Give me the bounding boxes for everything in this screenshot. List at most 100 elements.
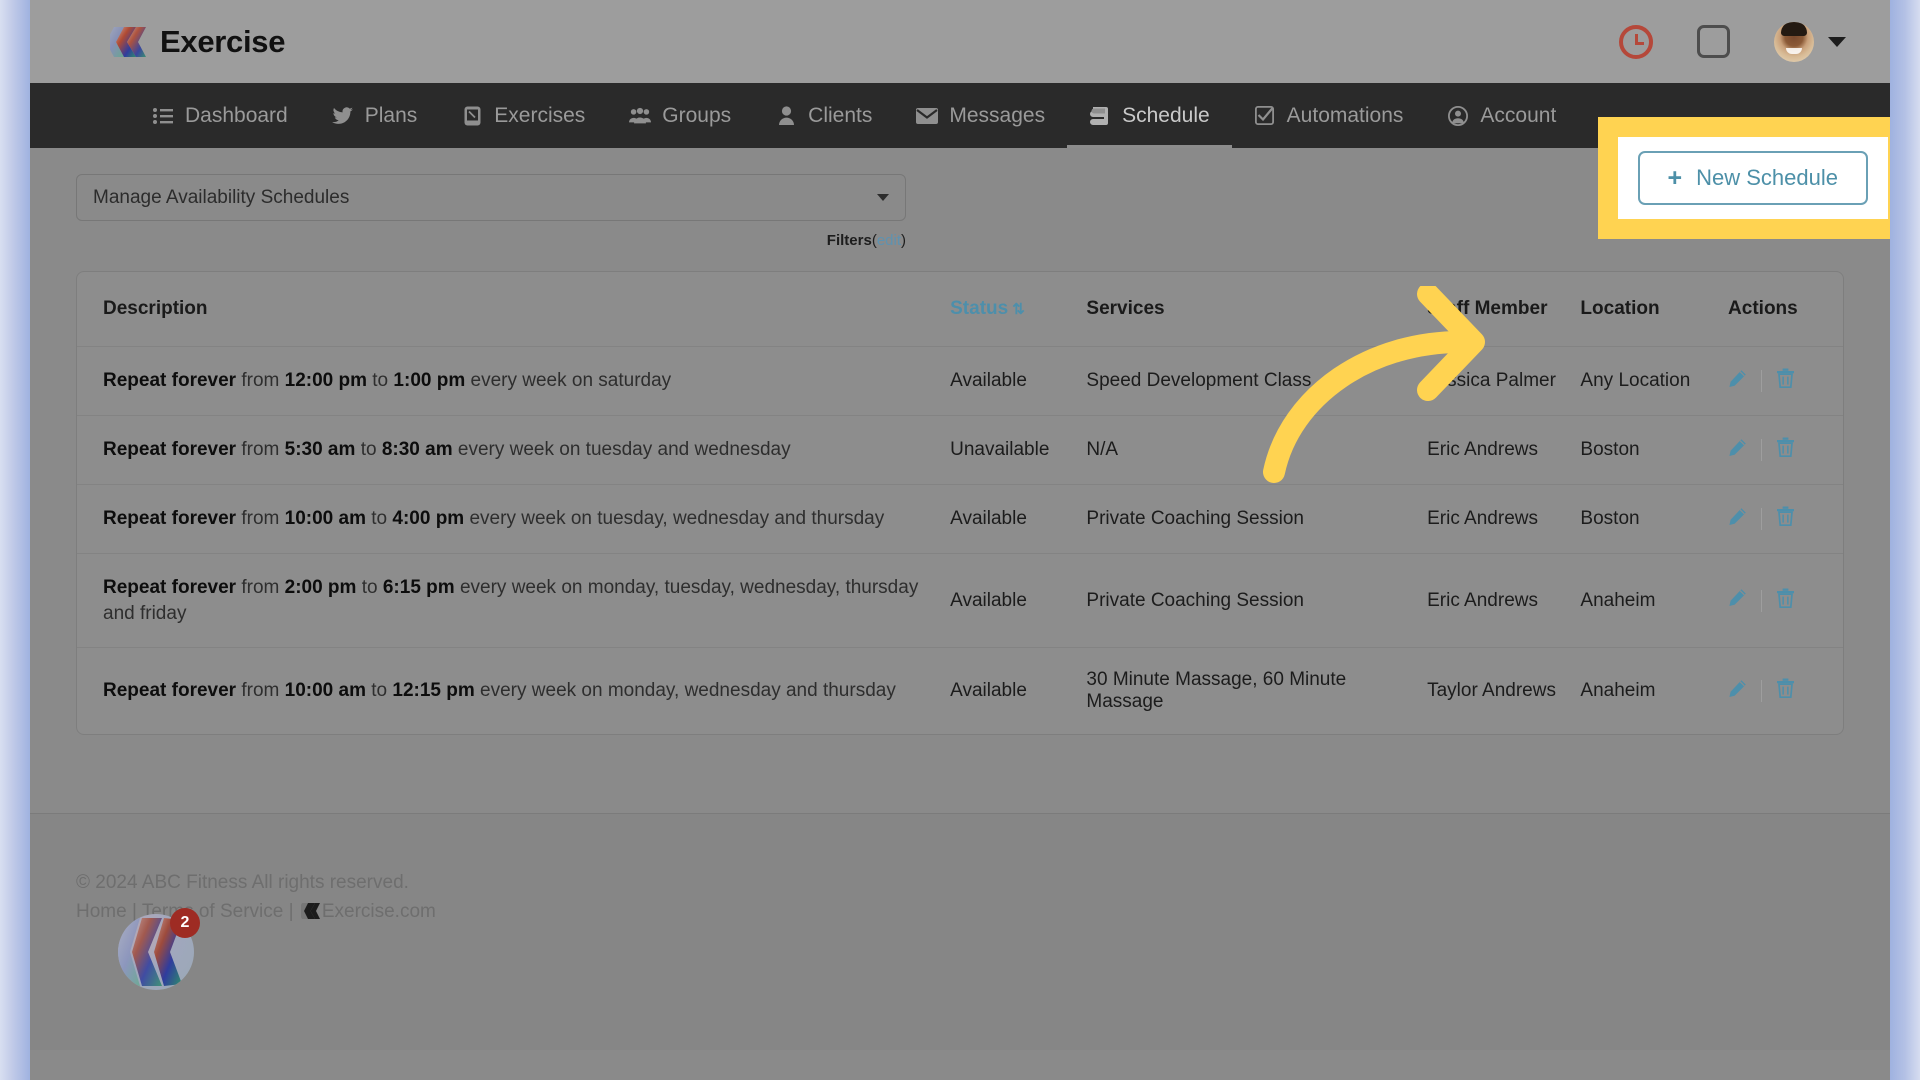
check-box-icon <box>1254 106 1276 126</box>
col-header-location: Location <box>1580 298 1660 319</box>
pencil-icon[interactable] <box>1728 588 1747 613</box>
desc-to: to <box>371 680 388 702</box>
desc-repeat: Repeat forever <box>103 680 237 702</box>
account-menu[interactable] <box>1774 21 1846 62</box>
pencil-icon[interactable] <box>1728 438 1747 463</box>
cell-actions <box>1718 647 1843 735</box>
desc-repeat: Repeat forever <box>103 577 237 598</box>
page-content: Manage Availability Schedules Filters(ed… <box>30 117 1890 813</box>
filters-label: Filters <box>826 232 872 249</box>
nav-label: Messages <box>949 103 1046 127</box>
col-header-description: Description <box>103 298 208 319</box>
nav-item-exercises[interactable]: Exercises <box>439 83 607 148</box>
paren-close: ) <box>901 232 906 249</box>
desc-recurrence: every week on tuesday, wednesday and thu… <box>469 508 885 530</box>
cell-staff-member: Taylor Andrews <box>1417 647 1571 735</box>
sort-updown-icon: ⇅ <box>1012 301 1025 318</box>
browser-page: Exercise Dashboard Plans Exercises Group… <box>30 0 1890 1080</box>
cell-location: Boston <box>1570 484 1719 554</box>
cell-status: Available <box>940 552 1077 648</box>
desc-from: from <box>241 508 280 530</box>
schedule-select-wrap: Manage Availability Schedules Filters(ed… <box>76 174 906 249</box>
cell-description: Repeat forever from 10:00 am to 12:15 pm… <box>77 647 941 735</box>
nav-item-groups[interactable]: Groups <box>607 83 753 148</box>
cell-staff-member: Eric Andrews <box>1417 415 1571 485</box>
cell-description: Repeat forever from 10:00 am to 4:00 pm … <box>77 484 941 554</box>
site-header: Exercise <box>30 0 1890 83</box>
nav-item-clients[interactable]: Clients <box>753 83 894 148</box>
table-row: Repeat forever from 5:30 am to 8:30 am e… <box>77 415 1843 485</box>
cell-actions <box>1718 346 1843 416</box>
account-icon <box>1447 105 1469 126</box>
nav-item-dashboard[interactable]: Dashboard <box>130 83 310 148</box>
footer-link-exercise-com[interactable]: Exercise.com <box>322 901 436 922</box>
col-header-status[interactable]: Status ⇅ <box>940 272 1076 346</box>
table-row: Repeat forever from 2:00 pm to 6:15 pm e… <box>77 552 1843 648</box>
footer-link-home[interactable]: Home <box>76 901 127 922</box>
book-icon <box>1089 106 1111 126</box>
person-icon <box>775 106 797 126</box>
nav-item-automations[interactable]: Automations <box>1232 83 1426 148</box>
nav-label: Dashboard <box>185 103 288 127</box>
pencil-icon[interactable] <box>1728 507 1747 532</box>
brand-logo-link[interactable]: Exercise <box>106 24 285 60</box>
trash-icon[interactable] <box>1776 678 1795 704</box>
filters-edit-link[interactable]: edit <box>877 232 901 249</box>
desc-from: from <box>241 680 280 702</box>
schedules-table: Description Status ⇅ Services Staff Membe… <box>77 272 1843 735</box>
cell-actions <box>1718 552 1843 648</box>
cell-status: Available <box>940 346 1077 416</box>
trash-icon[interactable] <box>1776 588 1795 614</box>
exercise-logo-icon <box>106 25 146 59</box>
actions-separator <box>1761 370 1763 392</box>
schedule-select-value: Manage Availability Schedules <box>93 186 350 208</box>
bottom-strip <box>30 1050 1890 1080</box>
nav-label: Schedule <box>1122 103 1210 127</box>
screen-root: Exercise Dashboard Plans Exercises Group… <box>0 0 1920 1080</box>
envelope-icon <box>916 106 939 126</box>
cell-location: Anaheim <box>1570 552 1719 648</box>
square-icon[interactable] <box>1697 25 1730 58</box>
schedule-select[interactable]: Manage Availability Schedules <box>76 174 906 221</box>
nav-item-plans[interactable]: Plans <box>310 83 440 148</box>
nav-item-messages[interactable]: Messages <box>894 83 1067 148</box>
trash-icon[interactable] <box>1776 437 1795 463</box>
desc-to: to <box>361 577 378 598</box>
col-header-staff-member: Staff Member <box>1427 298 1548 319</box>
plus-icon: + <box>1667 163 1683 192</box>
footer-sep-2: | <box>283 901 299 923</box>
col-header-status-label: Status <box>950 298 1009 319</box>
cell-location: Boston <box>1570 415 1719 485</box>
pencil-icon[interactable] <box>1728 679 1747 704</box>
desc-repeat: Repeat forever <box>103 370 237 392</box>
table-header-row: Description Status ⇅ Services Staff Membe… <box>77 272 1843 346</box>
trash-icon[interactable] <box>1776 368 1795 394</box>
trash-icon[interactable] <box>1776 506 1795 532</box>
cell-staff-member: Jessica Palmer <box>1417 346 1571 416</box>
chevron-down-icon <box>877 194 889 201</box>
clock-icon[interactable] <box>1619 24 1653 59</box>
nav-item-schedule[interactable]: Schedule <box>1067 83 1232 148</box>
header-actions <box>1619 21 1846 62</box>
pencil-icon[interactable] <box>1728 369 1747 394</box>
nav-item-account[interactable]: Account <box>1425 83 1578 148</box>
new-schedule-label: New Schedule <box>1696 165 1838 190</box>
list-icon <box>152 106 174 126</box>
site-footer: © 2024 ABC Fitness All rights reserved. … <box>30 813 1890 1068</box>
nav-label: Exercises <box>494 103 586 127</box>
new-schedule-button[interactable]: + New Schedule <box>1637 151 1868 205</box>
desc-repeat: Repeat forever <box>103 508 237 530</box>
cell-description: Repeat forever from 2:00 pm to 6:15 pm e… <box>77 552 941 648</box>
actions-separator <box>1761 589 1763 612</box>
right-edge-gradient <box>1890 0 1920 1080</box>
desc-from: from <box>241 439 280 461</box>
col-header-actions: Actions <box>1728 298 1798 319</box>
desc-start: 2:00 pm <box>284 577 357 598</box>
phone-icon <box>461 106 483 126</box>
desc-start: 12:00 pm <box>284 370 367 392</box>
table-body: Repeat forever from 12:00 pm to 1:00 pm … <box>77 346 1843 735</box>
actions-separator <box>1761 680 1763 703</box>
chat-widget-button[interactable]: 2 <box>118 908 200 990</box>
avatar <box>1774 21 1814 62</box>
nav-label: Plans <box>364 103 418 127</box>
